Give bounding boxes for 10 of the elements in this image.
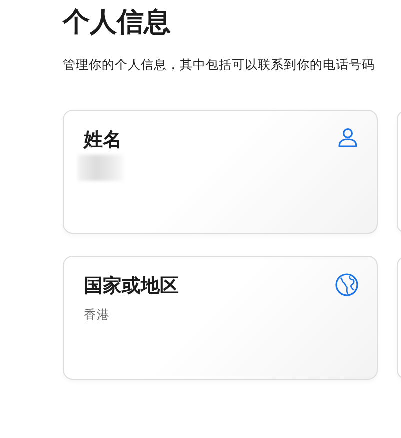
card-title: 国家或地区 [84, 274, 179, 299]
blurred-name [78, 155, 124, 181]
info-card[interactable]: 国家或地区 香港 [63, 256, 378, 380]
page-title: 个人信息 [63, 6, 172, 40]
person-icon [337, 127, 359, 149]
info-card[interactable]: 姓名 [63, 110, 378, 234]
page-description: 管理你的个人信息，其中包括可以联系到你的电话号码 [63, 56, 376, 74]
globe-icon [335, 273, 359, 297]
card-title: 姓名 [84, 128, 122, 153]
card-value: 香港 [84, 307, 111, 324]
